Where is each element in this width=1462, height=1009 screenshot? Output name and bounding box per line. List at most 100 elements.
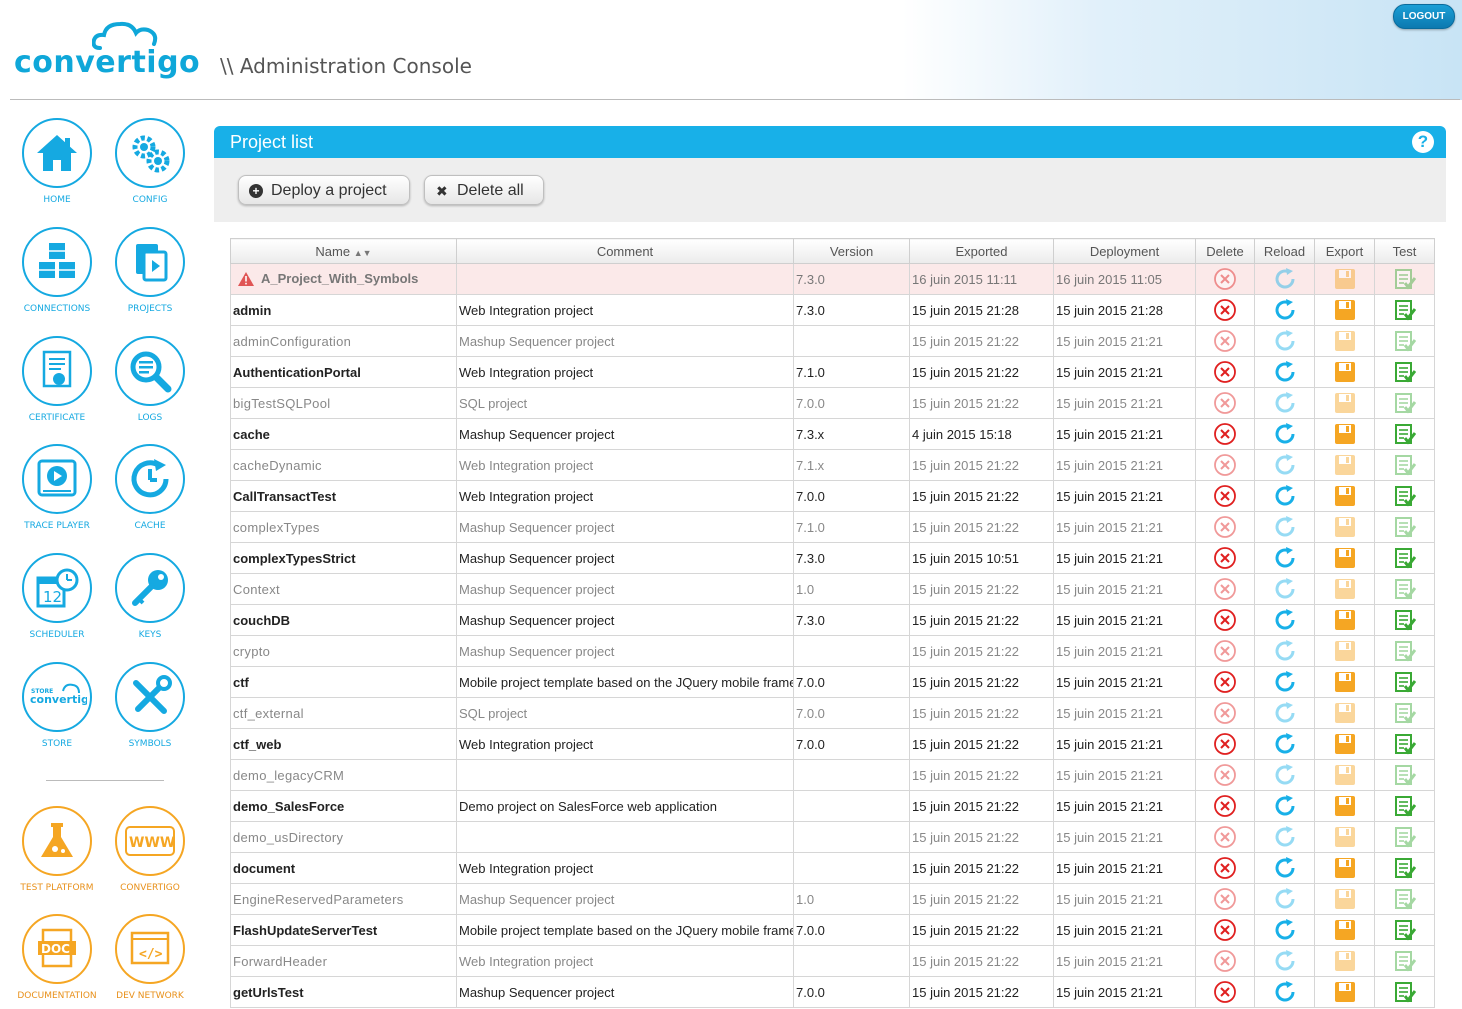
test-checklist-icon[interactable] xyxy=(1394,547,1416,569)
delete-icon[interactable] xyxy=(1213,360,1237,384)
cell-name[interactable]: adminConfiguration xyxy=(230,325,457,357)
export-save-icon[interactable] xyxy=(1334,392,1356,414)
reload-icon[interactable] xyxy=(1273,608,1297,632)
help-icon[interactable]: ? xyxy=(1412,131,1434,153)
test-checklist-icon[interactable] xyxy=(1394,640,1416,662)
reload-icon[interactable] xyxy=(1273,763,1297,787)
nav-symbols[interactable]: SYMBOLS xyxy=(105,662,195,749)
test-checklist-icon[interactable] xyxy=(1394,609,1416,631)
delete-icon[interactable] xyxy=(1213,329,1237,353)
reload-icon[interactable] xyxy=(1273,732,1297,756)
cell-name[interactable]: ctf_external xyxy=(230,697,457,729)
delete-icon[interactable] xyxy=(1213,298,1237,322)
cell-name[interactable]: Context xyxy=(230,573,457,605)
delete-icon[interactable] xyxy=(1213,267,1237,291)
test-checklist-icon[interactable] xyxy=(1394,795,1416,817)
export-save-icon[interactable] xyxy=(1334,950,1356,972)
reload-icon[interactable] xyxy=(1273,670,1297,694)
delete-icon[interactable] xyxy=(1213,484,1237,508)
delete-icon[interactable] xyxy=(1213,887,1237,911)
cell-name[interactable]: A_Project_With_Symbols xyxy=(230,263,457,295)
export-save-icon[interactable] xyxy=(1334,485,1356,507)
export-save-icon[interactable] xyxy=(1334,640,1356,662)
reload-icon[interactable] xyxy=(1273,794,1297,818)
test-checklist-icon[interactable] xyxy=(1394,516,1416,538)
nav-home[interactable]: HOME xyxy=(12,118,102,205)
cell-name[interactable]: ctf_web xyxy=(230,728,457,760)
test-checklist-icon[interactable] xyxy=(1394,578,1416,600)
reload-icon[interactable] xyxy=(1273,484,1297,508)
test-checklist-icon[interactable] xyxy=(1394,454,1416,476)
nav-logs[interactable]: LOGS xyxy=(105,336,195,423)
cell-name[interactable]: complexTypesStrict xyxy=(230,542,457,574)
cell-name[interactable]: complexTypes xyxy=(230,511,457,543)
delete-icon[interactable] xyxy=(1213,670,1237,694)
test-checklist-icon[interactable] xyxy=(1394,826,1416,848)
delete-icon[interactable] xyxy=(1213,949,1237,973)
cell-name[interactable]: ForwardHeader xyxy=(230,945,457,977)
test-checklist-icon[interactable] xyxy=(1394,981,1416,1003)
nav-test-platform[interactable]: TEST PLATFORM xyxy=(12,806,102,893)
test-checklist-icon[interactable] xyxy=(1394,888,1416,910)
test-checklist-icon[interactable] xyxy=(1394,299,1416,321)
cell-name[interactable]: couchDB xyxy=(230,604,457,636)
cell-name[interactable]: document xyxy=(230,852,457,884)
nav-trace-player[interactable]: TRACE PLAYER xyxy=(12,444,102,531)
reload-icon[interactable] xyxy=(1273,980,1297,1004)
delete-icon[interactable] xyxy=(1213,422,1237,446)
column-header-comment[interactable]: Comment xyxy=(456,238,794,264)
cell-name[interactable]: crypto xyxy=(230,635,457,667)
cell-name[interactable]: admin xyxy=(230,294,457,326)
delete-icon[interactable] xyxy=(1213,391,1237,415)
column-header-deployment[interactable]: Deployment xyxy=(1053,238,1196,264)
export-save-icon[interactable] xyxy=(1334,330,1356,352)
nav-convertigo[interactable]: WWW CONVERTIGO xyxy=(105,806,195,893)
delete-icon[interactable] xyxy=(1213,546,1237,570)
cell-name[interactable]: cache xyxy=(230,418,457,450)
nav-connections[interactable]: CONNECTIONS xyxy=(12,227,102,314)
reload-icon[interactable] xyxy=(1273,515,1297,539)
column-header-name[interactable]: Name ▲▼ xyxy=(230,238,457,264)
export-save-icon[interactable] xyxy=(1334,547,1356,569)
cell-name[interactable]: AuthenticationPortal xyxy=(230,356,457,388)
delete-icon[interactable] xyxy=(1213,732,1237,756)
nav-dev-network[interactable]: </> DEV NETWORK xyxy=(105,914,195,1001)
export-save-icon[interactable] xyxy=(1334,888,1356,910)
nav-certificate[interactable]: CERTIFICATE xyxy=(12,336,102,423)
nav-config[interactable]: CONFIG xyxy=(105,118,195,205)
delete-icon[interactable] xyxy=(1213,577,1237,601)
reload-icon[interactable] xyxy=(1273,949,1297,973)
delete-icon[interactable] xyxy=(1213,918,1237,942)
deploy-project-button[interactable]: + Deploy a project xyxy=(238,175,410,205)
test-checklist-icon[interactable] xyxy=(1394,857,1416,879)
delete-icon[interactable] xyxy=(1213,515,1237,539)
nav-projects[interactable]: PROJECTS xyxy=(105,227,195,314)
cell-name[interactable]: demo_SalesForce xyxy=(230,790,457,822)
test-checklist-icon[interactable] xyxy=(1394,733,1416,755)
reload-icon[interactable] xyxy=(1273,825,1297,849)
export-save-icon[interactable] xyxy=(1334,516,1356,538)
test-checklist-icon[interactable] xyxy=(1394,268,1416,290)
column-header-version[interactable]: Version xyxy=(793,238,910,264)
reload-icon[interactable] xyxy=(1273,887,1297,911)
delete-icon[interactable] xyxy=(1213,856,1237,880)
delete-icon[interactable] xyxy=(1213,980,1237,1004)
cell-name[interactable]: cacheDynamic xyxy=(230,449,457,481)
reload-icon[interactable] xyxy=(1273,918,1297,942)
reload-icon[interactable] xyxy=(1273,639,1297,663)
nav-keys[interactable]: KEYS xyxy=(105,553,195,640)
test-checklist-icon[interactable] xyxy=(1394,361,1416,383)
reload-icon[interactable] xyxy=(1273,391,1297,415)
export-save-icon[interactable] xyxy=(1334,609,1356,631)
reload-icon[interactable] xyxy=(1273,360,1297,384)
cell-name[interactable]: CallTransactTest xyxy=(230,480,457,512)
delete-icon[interactable] xyxy=(1213,701,1237,725)
export-save-icon[interactable] xyxy=(1334,361,1356,383)
test-checklist-icon[interactable] xyxy=(1394,919,1416,941)
export-save-icon[interactable] xyxy=(1334,795,1356,817)
export-save-icon[interactable] xyxy=(1334,702,1356,724)
cell-name[interactable]: EngineReservedParameters xyxy=(230,883,457,915)
export-save-icon[interactable] xyxy=(1334,857,1356,879)
test-checklist-icon[interactable] xyxy=(1394,330,1416,352)
reload-icon[interactable] xyxy=(1273,546,1297,570)
